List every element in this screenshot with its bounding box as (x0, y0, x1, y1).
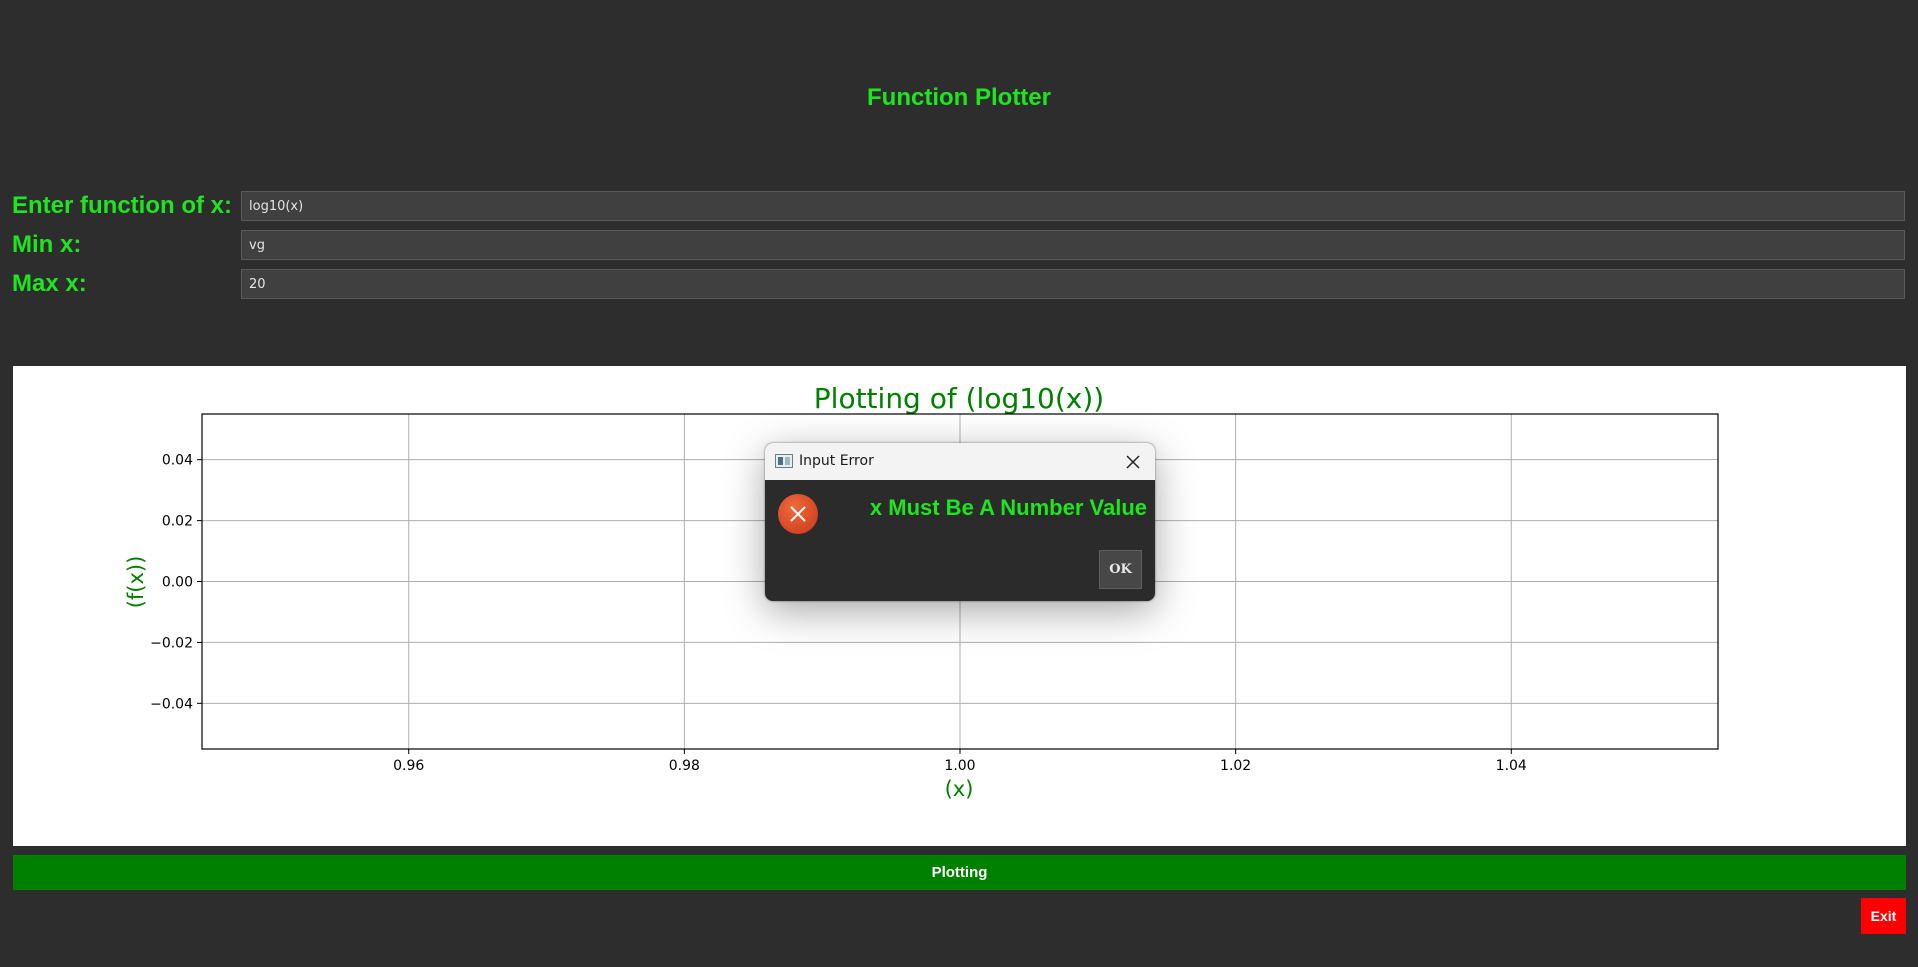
max-x-input[interactable] (241, 269, 1905, 299)
x-tick-label: 0.98 (669, 758, 700, 774)
error-x-glyph (790, 506, 806, 522)
y-tick-label: 0.00 (162, 575, 193, 591)
x-tick-label: 1.02 (1220, 758, 1251, 774)
chart-y-axis-label: (f(x)) (124, 556, 148, 609)
input-error-dialog: Input Error x Must Be A Number Value OK (765, 443, 1155, 601)
error-icon (778, 494, 818, 534)
dialog-titlebar[interactable]: Input Error (765, 443, 1155, 480)
plot-canvas: Plotting of (log10(x)) (x) (f(x)) 0.96 0.… (13, 366, 1906, 846)
max-x-label: Max x: (12, 270, 87, 297)
app-title: Function Plotter (867, 84, 1051, 111)
plot-button[interactable]: Plotting (13, 855, 1906, 890)
ok-button[interactable]: OK (1099, 550, 1142, 589)
chart: Plotting of (log10(x)) (x) (f(x)) 0.96 0.… (124, 382, 1719, 801)
close-icon[interactable] (1121, 450, 1145, 474)
exit-button[interactable]: Exit (1861, 898, 1906, 934)
function-input[interactable] (241, 191, 1905, 221)
x-tick-label: 1.00 (944, 758, 975, 774)
min-x-label: Min x: (12, 231, 82, 258)
x-tick-label: 1.04 (1496, 758, 1527, 774)
y-tick-label: −0.02 (150, 635, 193, 651)
app-window-icon (775, 454, 793, 468)
dialog-message: x Must Be A Number Value (869, 495, 1147, 520)
function-plotter-window: Function Plotter Enter function of x: Mi… (0, 0, 1918, 967)
chart-x-axis-label: (x) (945, 777, 974, 801)
chart-title: Plotting of (log10(x)) (814, 382, 1104, 415)
y-tick-label: −0.04 (150, 696, 193, 712)
dialog-title: Input Error (799, 453, 874, 469)
x-tick-label: 0.96 (393, 758, 424, 774)
y-tick-label: 0.04 (162, 453, 193, 469)
min-x-input[interactable] (241, 230, 1905, 260)
function-label: Enter function of x: (12, 192, 232, 219)
close-icon-glyph (1126, 455, 1140, 469)
y-tick-label: 0.02 (162, 514, 193, 530)
